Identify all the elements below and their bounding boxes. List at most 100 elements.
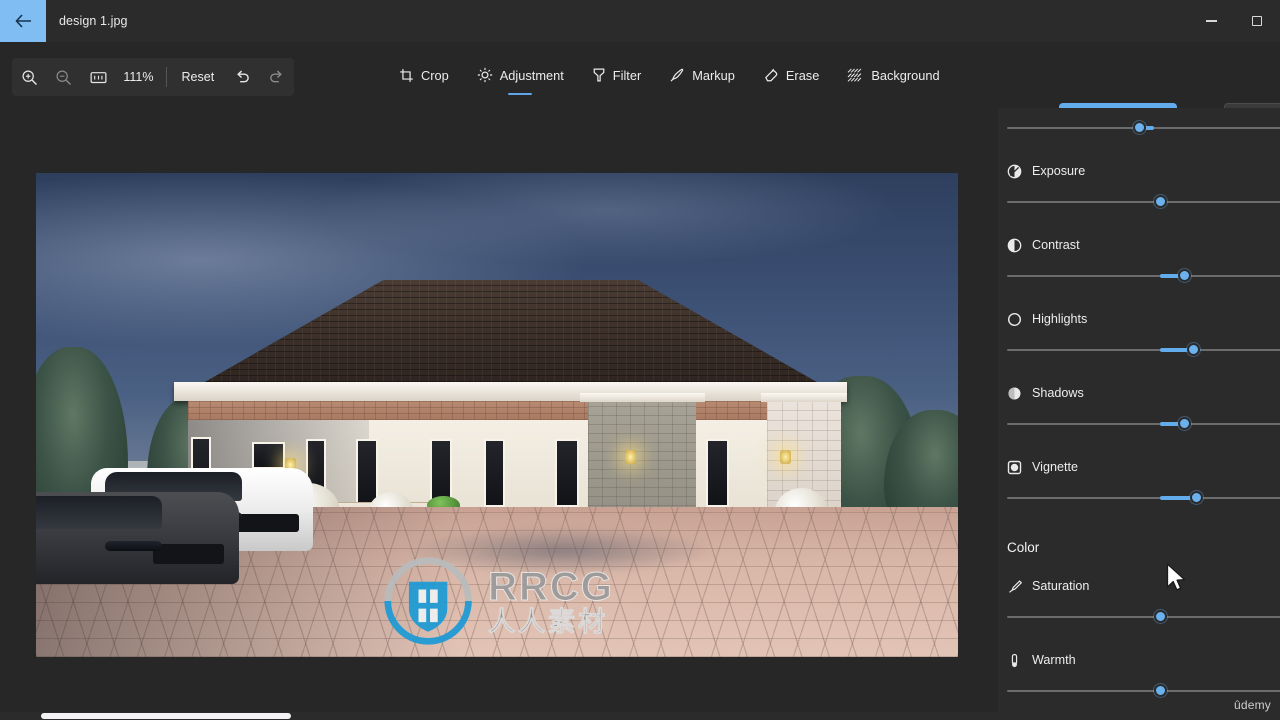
warmth-icon	[1007, 653, 1022, 668]
slider-track	[1007, 201, 1280, 203]
slider-track	[1007, 690, 1280, 692]
image-preview[interactable]: RRCG 人人素材	[36, 173, 958, 657]
undo-icon	[237, 70, 249, 83]
contrast-icon	[1007, 238, 1022, 253]
saturation-icon	[1007, 579, 1022, 594]
warmth-label: Warmth	[1032, 653, 1076, 667]
slider-thumb[interactable]	[1177, 269, 1191, 282]
shadows-slider[interactable]	[1007, 415, 1280, 433]
color-section-title: Color	[1007, 540, 1040, 555]
horizontal-scrollbar-track[interactable]	[0, 712, 998, 720]
contrast-label: Contrast	[1032, 238, 1080, 252]
car-grille	[152, 543, 225, 565]
tab-adjustment[interactable]: Adjustment	[463, 52, 578, 98]
back-arrow-icon	[14, 14, 31, 28]
minimize-icon	[1205, 20, 1217, 22]
slider-row-vignette: Vignette	[998, 456, 1280, 507]
exposure-slider[interactable]	[1007, 193, 1280, 211]
slider-track	[1007, 497, 1280, 499]
highlights-label-row: Highlights	[998, 308, 1280, 330]
slider-thumb[interactable]	[1189, 491, 1203, 504]
contrast-slider[interactable]	[1007, 267, 1280, 285]
filter-icon	[592, 67, 606, 83]
slider-thumb[interactable]	[1153, 195, 1167, 208]
tab-filter-label: Filter	[612, 67, 642, 83]
brightness-icon	[477, 67, 493, 83]
tab-background[interactable]: Background	[833, 52, 953, 98]
background-icon	[847, 68, 864, 83]
tab-erase-label: Erase	[785, 67, 820, 83]
warmth-label-row: Warmth	[998, 649, 1280, 671]
column-capital	[579, 392, 705, 402]
tab-crop-label: Crop	[421, 67, 449, 83]
reset-button[interactable]: Reset	[171, 58, 226, 96]
adjustment-panel: Exposure Contrast Highlights Shadows Vig…	[998, 108, 1280, 720]
slider-row-highlights: Highlights	[998, 308, 1280, 359]
tab-filter[interactable]: Filter	[578, 52, 655, 98]
rrcg-shield-icon	[384, 557, 472, 645]
roof	[194, 279, 828, 388]
watermark-text: RRCG 人人素材	[488, 566, 614, 637]
zoom-in-button[interactable]	[12, 58, 46, 96]
shadows-label: Shadows	[1032, 386, 1084, 400]
saturation-label: Saturation	[1032, 579, 1090, 593]
window-tall	[706, 439, 729, 508]
wall-sconce	[625, 450, 637, 465]
slider-thumb[interactable]	[1153, 610, 1167, 623]
zoom-out-button[interactable]	[46, 58, 80, 96]
active-tab-indicator	[508, 92, 533, 95]
image-editor-window: design 1.jpg 111% Reset Crop Adjustment …	[0, 0, 1280, 720]
vignette-label-row: Vignette	[998, 456, 1280, 478]
fit-to-window-icon	[90, 71, 106, 83]
slider-row-contrast: Contrast	[998, 234, 1280, 285]
zoom-level-value: 111%	[123, 70, 154, 84]
fit-to-window-button[interactable]	[81, 58, 115, 96]
tab-crop[interactable]: Crop	[385, 52, 463, 98]
slider-track	[1007, 423, 1280, 425]
car-grille	[232, 514, 300, 533]
slider-thumb[interactable]	[1186, 343, 1200, 356]
redo-icon	[270, 70, 283, 83]
vignette-slider[interactable]	[1007, 489, 1280, 507]
slider-row-shadows: Shadows	[998, 382, 1280, 433]
pen-icon	[669, 67, 685, 83]
car-headlight	[104, 541, 163, 552]
crop-icon	[399, 68, 414, 83]
main-toolbar: 111% Reset Crop Adjustment Filter Markup…	[0, 42, 1280, 132]
watermark-secondary: 人人素材	[488, 606, 609, 637]
tab-background-label: Background	[871, 67, 940, 83]
vignette-icon	[1007, 460, 1022, 475]
slider-thumb[interactable]	[1153, 684, 1167, 697]
udemy-watermark: ûdemy	[1233, 698, 1271, 712]
editor-tabs: Crop Adjustment Filter Markup Erase Back…	[385, 42, 954, 108]
undo-button[interactable]	[225, 58, 259, 96]
vignette-label: Vignette	[1032, 460, 1078, 474]
canvas-area[interactable]: RRCG 人人素材	[0, 108, 998, 720]
horizontal-scrollbar-thumb[interactable]	[41, 713, 291, 719]
zoom-controls-group: 111% Reset	[12, 58, 294, 96]
window-controls	[1188, 0, 1280, 42]
exposure-label: Exposure	[1032, 164, 1086, 178]
window-tall	[483, 439, 506, 508]
eraser-icon	[763, 67, 779, 83]
tab-erase[interactable]: Erase	[749, 52, 833, 98]
slider-thumb[interactable]	[1132, 121, 1146, 134]
maximize-button[interactable]	[1234, 0, 1280, 42]
light-slider[interactable]	[1007, 119, 1280, 137]
maximize-icon	[1252, 16, 1262, 26]
tab-adjustment-label: Adjustment	[499, 67, 564, 83]
slider-row-saturation: Saturation	[998, 575, 1280, 626]
tab-markup-label: Markup	[692, 67, 735, 83]
roof-cornice	[174, 382, 848, 402]
highlights-slider[interactable]	[1007, 341, 1280, 359]
slider-thumb[interactable]	[1177, 417, 1191, 430]
saturation-slider[interactable]	[1007, 608, 1280, 626]
document-title: design 1.jpg	[59, 14, 128, 28]
redo-button[interactable]	[260, 58, 294, 96]
exposure-icon	[1007, 164, 1022, 179]
contrast-label-row: Contrast	[998, 234, 1280, 256]
zoom-out-icon	[56, 69, 72, 85]
minimize-button[interactable]	[1188, 0, 1234, 42]
tab-markup[interactable]: Markup	[655, 52, 749, 98]
back-button[interactable]	[0, 0, 46, 42]
